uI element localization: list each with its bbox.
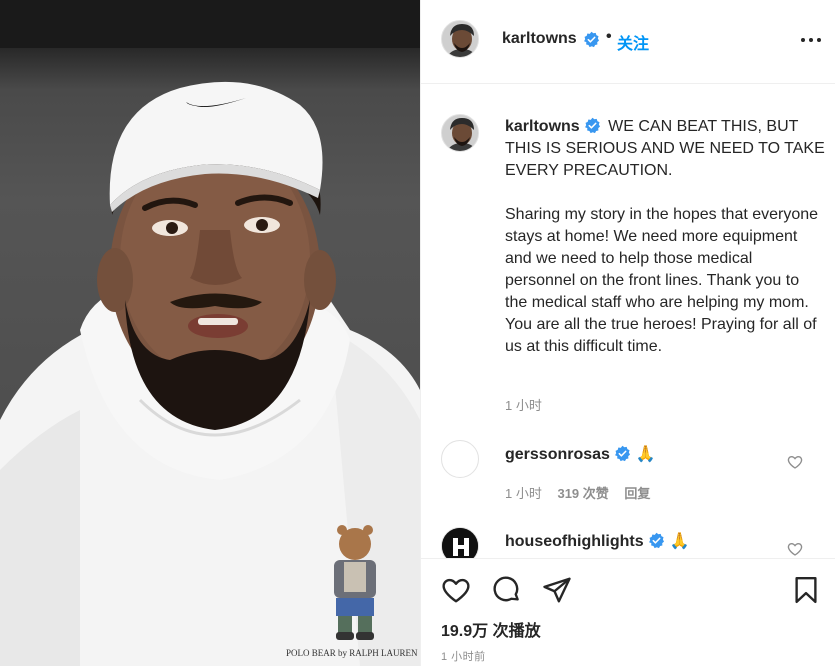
commenter-username[interactable]: gerssonrosas bbox=[505, 446, 610, 463]
comment-bubble-icon[interactable] bbox=[492, 575, 522, 605]
caption-author-avatar[interactable] bbox=[441, 114, 479, 152]
caption-body: Sharing my story in the hopes that every… bbox=[505, 206, 819, 355]
post-header: karltowns • 关注 bbox=[421, 0, 835, 84]
comment-meta: 1 小时 319 次赞 回复 bbox=[505, 483, 662, 502]
header-separator: • bbox=[606, 28, 612, 45]
author-avatar[interactable] bbox=[441, 20, 479, 58]
like-comment-heart-icon[interactable] bbox=[787, 454, 803, 470]
comment-timestamp[interactable]: 1 小时 bbox=[505, 486, 542, 501]
caption-text: karltowns WE CAN BEAT THIS, BUT THIS IS … bbox=[505, 116, 825, 358]
comment-likes[interactable]: 319 次赞 bbox=[557, 486, 608, 501]
verified-badge-icon bbox=[614, 445, 631, 462]
more-options-icon[interactable] bbox=[801, 38, 821, 44]
commenter-username[interactable]: houseofhighlights bbox=[505, 533, 644, 550]
commenter-avatar[interactable] bbox=[441, 527, 479, 558]
reply-button[interactable]: 回复 bbox=[624, 486, 650, 501]
post-video[interactable]: POLO BEAR by RALPH LAUREN bbox=[0, 0, 420, 666]
save-bookmark-icon[interactable] bbox=[791, 575, 821, 605]
like-comment-heart-icon[interactable] bbox=[787, 541, 803, 557]
polo-bear-graphic bbox=[334, 525, 376, 640]
share-paper-plane-icon[interactable] bbox=[542, 575, 572, 605]
verified-badge-icon bbox=[583, 31, 600, 48]
post-details-panel: karltowns • 关注 karltowns WE CAN BEAT THI… bbox=[420, 0, 835, 666]
view-count[interactable]: 19.9万 次播放 bbox=[441, 617, 541, 641]
verified-badge-icon bbox=[648, 532, 665, 549]
follow-button[interactable]: 关注 bbox=[617, 30, 649, 54]
hoodie-print-text: POLO BEAR by RALPH LAUREN bbox=[286, 648, 418, 658]
post-actions: 19.9万 次播放 1 小时前 bbox=[421, 558, 835, 666]
caption-timestamp[interactable]: 1 小时 bbox=[505, 395, 542, 414]
author-username[interactable]: karltowns bbox=[502, 30, 577, 48]
comment-text: 🙏 bbox=[669, 533, 690, 550]
comment-item: houseofhighlights 🙏 bbox=[421, 527, 835, 558]
comment-text: 🙏 bbox=[635, 446, 656, 463]
commenter-avatar[interactable] bbox=[441, 440, 479, 478]
verified-badge-icon bbox=[584, 117, 601, 134]
caption-username[interactable]: karltowns bbox=[505, 118, 580, 135]
like-heart-icon[interactable] bbox=[441, 575, 471, 605]
post-timestamp[interactable]: 1 小时前 bbox=[441, 648, 486, 664]
